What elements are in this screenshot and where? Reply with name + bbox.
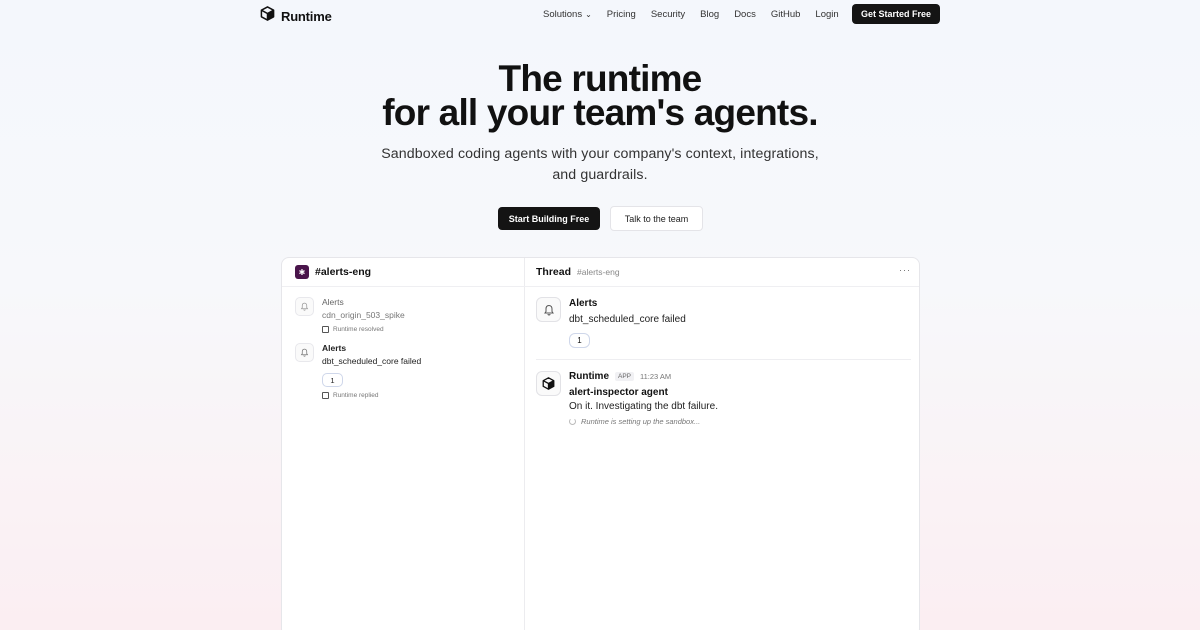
more-options-icon[interactable]: ···	[899, 265, 911, 275]
hero-title-line1: The runtime	[498, 58, 703, 99]
alert-sender: Alerts	[569, 298, 598, 309]
runtime-avatar	[536, 371, 561, 396]
slack-icon: ✱	[295, 265, 309, 279]
runtime-mini-icon	[322, 326, 329, 333]
reply-meta: Runtime APP 11:23 AM	[569, 371, 718, 382]
channel-header: ✱ #alerts-eng	[295, 265, 371, 279]
nav-login[interactable]: Login	[815, 9, 838, 20]
cube-logo-icon	[260, 6, 275, 26]
message-text: dbt_scheduled_core failed	[322, 356, 422, 366]
message-sender: Alerts	[322, 343, 347, 353]
brand-name: Runtime	[281, 8, 332, 24]
thread-title: Thread	[536, 266, 572, 278]
runtime-mini-icon	[322, 391, 329, 399]
message-sender: Alerts	[322, 297, 344, 307]
divider	[282, 286, 525, 287]
nav-docs[interactable]: Docs	[734, 9, 756, 20]
message-body: Alerts dbt_scheduled_core failed 1 Runti…	[322, 343, 512, 400]
nav-security[interactable]: Security	[651, 9, 685, 20]
nav-links: Solutions ⌄ Pricing Security Blog Docs Gi…	[543, 9, 854, 20]
talk-to-team-button[interactable]: Talk to the team	[610, 206, 703, 231]
nav-blog[interactable]: Blog	[700, 9, 719, 20]
reply-text: On it. Investigating the dbt failure.	[569, 401, 718, 412]
message-footer: Runtime resolved	[322, 325, 512, 334]
bell-icon	[295, 343, 314, 362]
message-footer-text: Runtime resolved	[333, 326, 384, 333]
channel-pane: ✱ #alerts-eng Alerts cdn_origin_503_spik…	[282, 258, 525, 630]
start-building-button[interactable]: Start Building Free	[498, 207, 600, 230]
brand-logo-link[interactable]: Runtime	[260, 6, 332, 26]
alert-text: dbt_scheduled_core failed	[569, 314, 686, 325]
thread-channel: #alerts-eng	[577, 267, 620, 277]
bell-icon	[536, 297, 561, 322]
message-footer-text: Runtime replied	[333, 391, 379, 399]
nav-solutions-label: Solutions	[543, 9, 583, 20]
nav-solutions[interactable]: Solutions ⌄	[543, 9, 592, 20]
thread-header: Thread #alerts-eng	[536, 266, 620, 278]
hero-subtitle-line2: and guardrails.	[552, 167, 648, 183]
message-text: cdn_origin_503_spike	[322, 310, 405, 320]
hero-subtitle-line1: Sandboxed coding agents with your compan…	[381, 146, 819, 162]
message-body: Alerts cdn_origin_503_spike Runtime reso…	[322, 297, 512, 334]
top-nav: Runtime Solutions ⌄ Pricing Security Blog…	[0, 0, 1200, 30]
channel-name: #alerts-eng	[315, 266, 372, 278]
bell-icon	[295, 297, 314, 316]
message-footer: Runtime replied	[322, 391, 512, 400]
demo-app-window: ✱ #alerts-eng Alerts cdn_origin_503_spik…	[281, 257, 920, 630]
hero-title-line2: for all your team's agents.	[382, 92, 818, 133]
divider	[525, 286, 919, 287]
reply-sender: Runtime	[569, 371, 609, 382]
get-started-button[interactable]: Get Started Free	[852, 4, 940, 24]
agent-title: alert-inspector agent	[569, 387, 668, 398]
nav-pricing[interactable]: Pricing	[607, 9, 636, 20]
reply-count-badge[interactable]: 1	[322, 373, 343, 387]
reply-count-badge[interactable]: 1	[569, 333, 590, 348]
nav-github[interactable]: GitHub	[771, 9, 801, 20]
runtime-reply: Runtime APP 11:23 AM alert-inspector age…	[569, 371, 718, 426]
reply-status: Runtime is setting up the sandbox...	[569, 417, 718, 426]
divider	[536, 359, 911, 360]
thread-pane: Thread #alerts-eng ··· Alerts dbt_schedu…	[525, 258, 919, 630]
hero-title: The runtime for all your team's agents.	[0, 58, 1200, 133]
hero-subtitle: Sandboxed coding agents with your compan…	[370, 144, 830, 186]
loading-spinner-icon	[569, 418, 576, 425]
reply-status-text: Runtime is setting up the sandbox...	[581, 417, 701, 426]
alert-message: Alerts dbt_scheduled_core failed 1	[569, 298, 686, 348]
chevron-down-icon: ⌄	[585, 10, 592, 19]
app-tag: APP	[615, 372, 635, 381]
reply-time: 11:23 AM	[640, 372, 672, 381]
